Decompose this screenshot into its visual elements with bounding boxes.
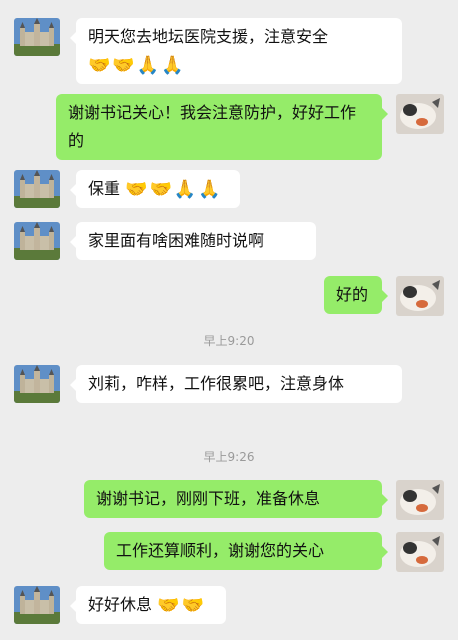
handshake-emoji-icon: 🤝🤝 [157,594,206,616]
handshake-emoji-icon: 🤝🤝🙏🙏 [88,54,186,76]
message-bubble[interactable]: 保重 🤝🤝🙏🙏 [70,170,240,208]
message-bubble[interactable]: 谢谢书记关心！我会注意防护，好好工作的 [56,94,388,160]
castle-avatar-icon[interactable] [14,18,60,56]
timestamp: 早上9:20 [203,334,255,348]
message-bubble[interactable]: 好的 [324,276,388,314]
message-bubble[interactable]: 明天您去地坛医院支援，注意安全 🤝🤝🙏🙏 [70,18,402,84]
message-bubble[interactable]: 工作还算顺利，谢谢您的关心 [104,532,388,570]
message-text: 刘莉，咋样，工作很累吧，注意身体 [88,374,345,393]
castle-avatar-icon[interactable] [14,170,60,208]
message-bubble[interactable]: 家里面有啥困难随时说啊 [70,222,316,260]
message-text: 谢谢书记，刚刚下班，准备休息 [96,489,321,508]
message-bubble[interactable]: 刘莉，咋样，工作很累吧，注意身体 [70,365,402,403]
message-bubble[interactable]: 好好休息 🤝🤝 [70,586,226,624]
castle-avatar-icon[interactable] [14,365,60,403]
cat-avatar-icon[interactable] [396,94,444,134]
message-text: 谢谢书记关心！我会注意防护，好好工作的 [68,103,357,150]
cat-avatar-icon[interactable] [396,276,444,316]
message-text: 好的 [336,285,369,304]
timestamp: 早上9:26 [203,450,255,464]
cat-avatar-icon[interactable] [396,480,444,520]
castle-avatar-icon[interactable] [14,222,60,260]
message-text: 工作还算顺利，谢谢您的关心 [116,541,325,560]
handshake-emoji-icon: 🤝🤝🙏🙏 [125,178,223,200]
castle-avatar-icon[interactable] [14,586,60,624]
message-text: 好好休息 [88,595,153,614]
message-text: 明天您去地坛医院支援，注意安全 [88,27,329,46]
message-text: 保重 [88,179,121,198]
cat-avatar-icon[interactable] [396,532,444,572]
message-text: 家里面有啥困难随时说啊 [88,231,265,250]
message-bubble[interactable]: 谢谢书记，刚刚下班，准备休息 [84,480,388,518]
